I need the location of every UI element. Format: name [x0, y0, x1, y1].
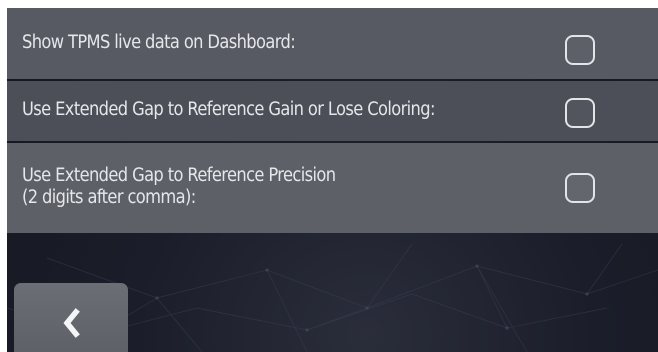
setting-label-extended-gap-precision: Use Extended Gap to Reference Precision …: [22, 165, 336, 208]
setting-row-extended-gap-precision[interactable]: Use Extended Gap to Reference Precision …: [7, 143, 658, 233]
checkbox-extended-gap-coloring[interactable]: [565, 98, 595, 128]
settings-screen: Show TPMS live data on Dashboard: Use Ex…: [7, 8, 658, 352]
setting-row-extended-gap-coloring[interactable]: Use Extended Gap to Reference Gain or Lo…: [7, 81, 658, 141]
setting-row-tpms-live-data[interactable]: Show TPMS live data on Dashboard:: [7, 8, 658, 79]
setting-label-extended-gap-coloring: Use Extended Gap to Reference Gain or Lo…: [22, 99, 435, 120]
setting-label-tpms-live-data: Show TPMS live data on Dashboard:: [22, 31, 296, 53]
chevron-left-icon: [63, 308, 80, 338]
checkbox-tpms-live-data[interactable]: [565, 35, 595, 65]
checkbox-extended-gap-precision[interactable]: [565, 173, 595, 203]
back-button[interactable]: [14, 283, 128, 352]
